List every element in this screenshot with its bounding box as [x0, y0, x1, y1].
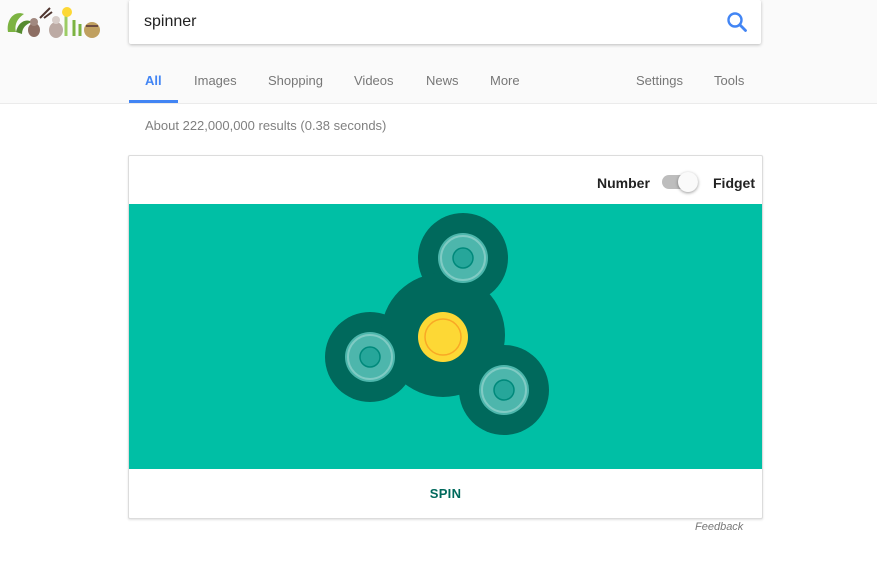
tab-images[interactable]: Images	[194, 73, 237, 88]
spinner-weight-top	[438, 233, 488, 283]
header: All Images Shopping Videos News More Set…	[0, 0, 877, 104]
spinner-weight-right	[479, 365, 529, 415]
spinner-center-bearing	[418, 312, 468, 362]
feedback-link[interactable]: Feedback	[695, 521, 743, 533]
doodle-logo[interactable]	[4, 2, 102, 42]
active-tab-indicator	[129, 100, 178, 103]
number-mode-label[interactable]: Number	[597, 175, 650, 191]
mode-toggle-row: Number Fidget	[129, 156, 762, 204]
tab-news[interactable]: News	[426, 73, 459, 88]
toggle-knob[interactable]	[678, 172, 698, 192]
spin-button[interactable]: SPIN	[129, 469, 762, 518]
search-icon[interactable]	[723, 8, 751, 36]
fidget-mode-label[interactable]: Fidget	[713, 175, 755, 191]
settings-link[interactable]: Settings	[636, 73, 683, 88]
search-input[interactable]	[144, 0, 704, 44]
tab-videos[interactable]: Videos	[354, 73, 394, 88]
tools-link[interactable]: Tools	[714, 73, 744, 88]
tab-all[interactable]: All	[145, 73, 162, 88]
spinner-widget: Number Fidget SPIN	[128, 155, 763, 519]
result-stats: About 222,000,000 results (0.38 seconds)	[145, 118, 387, 133]
mode-toggle-switch[interactable]	[662, 172, 698, 192]
tab-shopping[interactable]: Shopping	[268, 73, 323, 88]
spin-row: SPIN	[129, 469, 762, 518]
search-box	[129, 0, 761, 44]
spinner-stage[interactable]	[129, 204, 762, 469]
spinner-weight-left	[345, 332, 395, 382]
tab-more[interactable]: More	[490, 73, 520, 88]
fidget-spinner[interactable]	[129, 204, 762, 469]
